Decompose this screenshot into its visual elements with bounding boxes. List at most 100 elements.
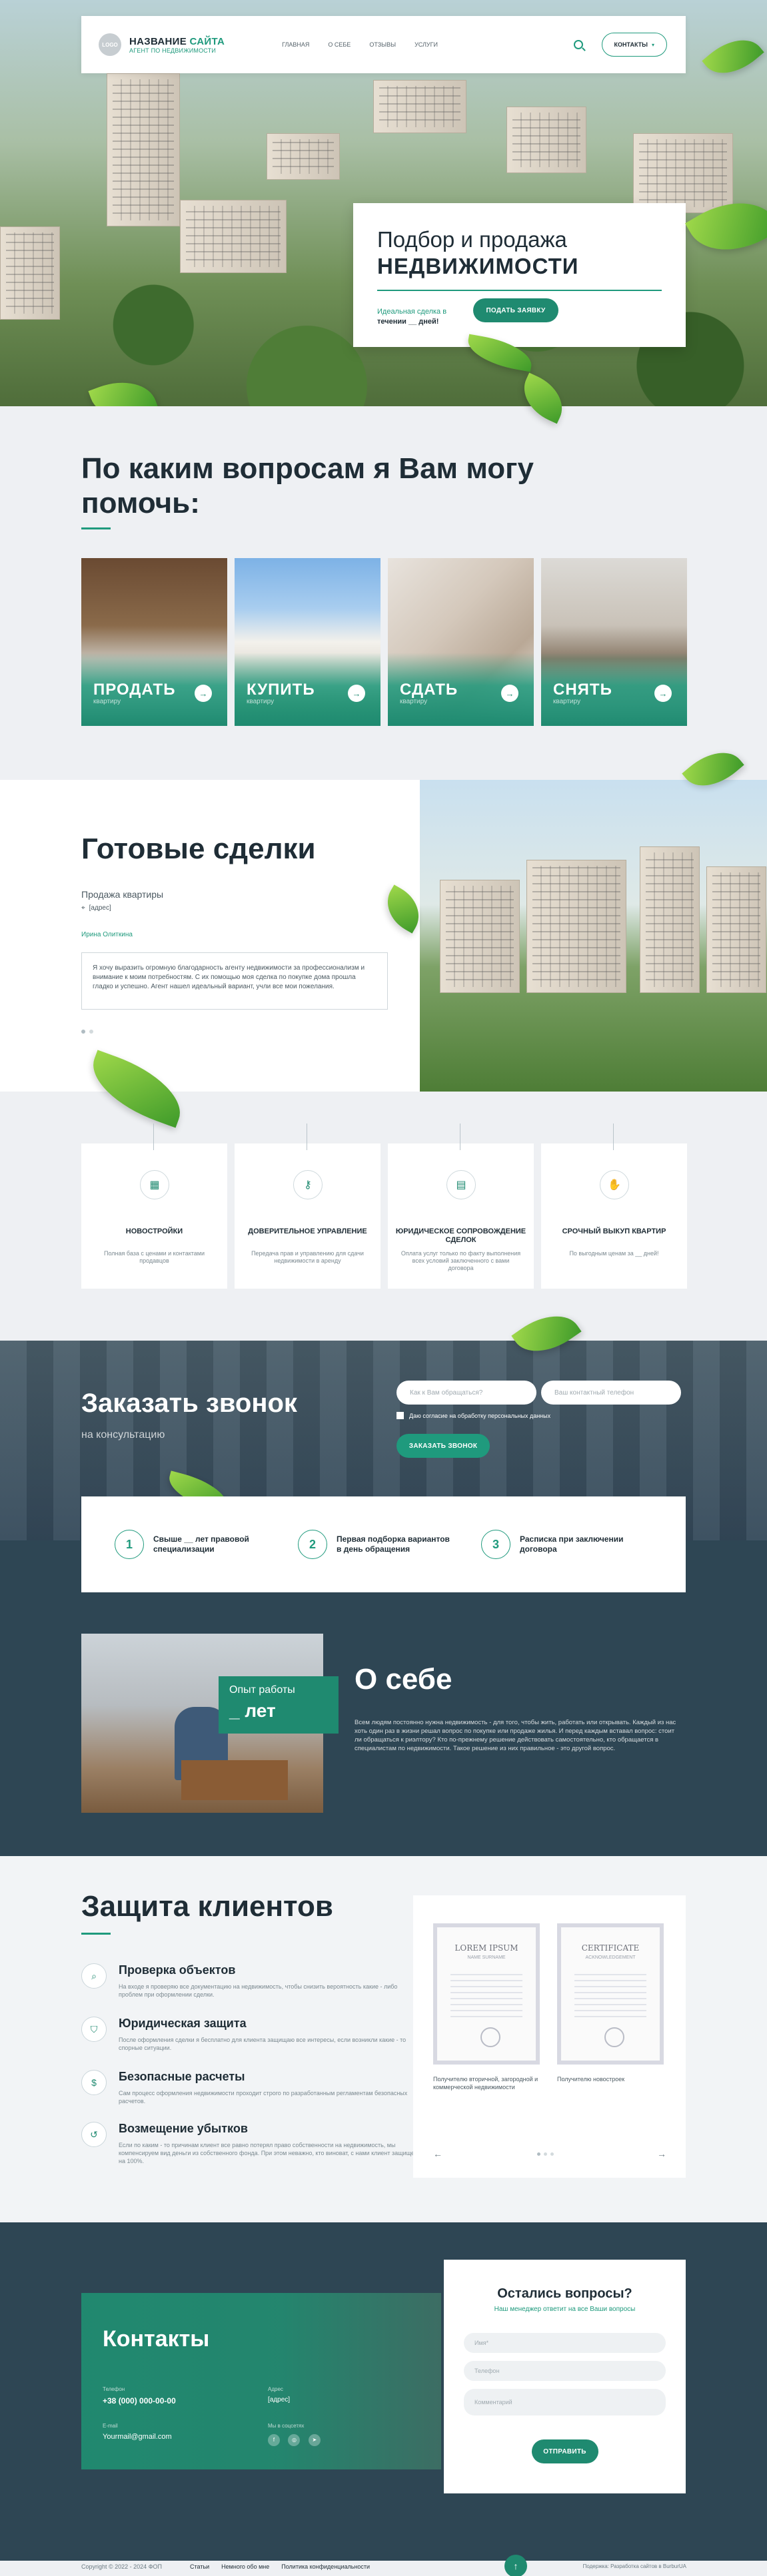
building-image bbox=[180, 200, 287, 273]
decorative-leaf bbox=[88, 370, 159, 406]
certificate-image[interactable]: CERTIFICATE ACKNOWLEDGEMENT bbox=[557, 1923, 664, 2065]
experience-value: _ лет bbox=[229, 1700, 276, 1721]
building-image bbox=[640, 846, 700, 993]
arrow-right-icon[interactable]: → bbox=[501, 685, 518, 702]
review-author: Ирина Олиткина bbox=[81, 931, 133, 938]
service-card-rent-out[interactable]: СДАТЬ квартиру → bbox=[388, 558, 534, 726]
service-sublabel: квартиру bbox=[400, 698, 428, 705]
hero-subtitle-part1: Идеальная сделка в bbox=[377, 308, 447, 316]
address-label: Адрес bbox=[268, 2386, 283, 2392]
step-number: 2 bbox=[298, 1530, 327, 1559]
send-button[interactable]: ОТПРАВИТЬ bbox=[531, 2439, 598, 2463]
document-icon: ▤ bbox=[446, 1170, 476, 1199]
feature-desc: По выгодным ценам за __ дней! bbox=[569, 1250, 659, 1257]
step-text: Свыше __ лет правовой специализации bbox=[153, 1534, 249, 1554]
instagram-icon[interactable]: ◎ bbox=[288, 2433, 301, 2446]
seal-icon bbox=[604, 2027, 624, 2047]
pagination-dot[interactable] bbox=[550, 2152, 554, 2156]
top-navbar: LOGO НАЗВАНИЕ САЙТА АГЕНТ ПО НЕДВИЖИМОСТ… bbox=[81, 16, 686, 73]
arrow-right-icon[interactable]: → bbox=[195, 685, 212, 702]
certificate-caption: Получителю вторичной, загородной и комме… bbox=[433, 2076, 538, 2091]
table-figure bbox=[181, 1760, 288, 1800]
developer-credit[interactable]: Подержка: Разработка сайтов в BurburUA bbox=[580, 2563, 686, 2569]
pagination-dot[interactable] bbox=[89, 1030, 93, 1034]
step-text: Расписка при заключении договора bbox=[520, 1534, 624, 1554]
order-call-button[interactable]: ЗАКАЗАТЬ ЗВОНОК bbox=[396, 1434, 490, 1458]
connector-line bbox=[613, 1124, 614, 1150]
service-card-rent[interactable]: СНЯТЬ квартиру → bbox=[541, 558, 687, 726]
nav-link-services[interactable]: УСЛУГИ bbox=[414, 41, 438, 48]
comment-field[interactable]: Комментарий bbox=[464, 2389, 666, 2415]
deals-section bbox=[0, 780, 420, 1092]
service-label: КУПИТЬ bbox=[247, 681, 315, 699]
submit-request-button[interactable]: ПОДАТЬ ЗАЯВКУ bbox=[473, 298, 558, 322]
contacts-button[interactable]: КОНТАКТЫ ▾ bbox=[601, 33, 667, 57]
review-text: Я хочу выразить огромную благодарность а… bbox=[81, 952, 388, 1010]
footer-link-privacy[interactable]: Политика конфиденциальности bbox=[281, 2563, 370, 2570]
contact-social: Мы в соцсетях f ◎ ➤ bbox=[268, 2423, 326, 2446]
question-form: Остались вопросы? Наш менеджер ответит н… bbox=[444, 2260, 686, 2493]
hero-section: LOGO НАЗВАНИЕ САЙТА АГЕНТ ПО НЕДВИЖИМОСТ… bbox=[0, 0, 767, 406]
deals-subtitle: Продажа квартиры bbox=[81, 889, 164, 900]
about-title: О себе bbox=[355, 1663, 452, 1696]
logo-icon[interactable]: LOGO bbox=[99, 33, 121, 56]
name-input[interactable]: Как к Вам обращаться? bbox=[396, 1381, 536, 1405]
building-icon: ▦ bbox=[140, 1170, 169, 1199]
contacts-button-label: КОНТАКТЫ bbox=[614, 41, 648, 48]
contact-address: Адрес [адрес] bbox=[268, 2386, 290, 2404]
certificate-image[interactable]: LOREM IPSUM NAME SURNAME bbox=[433, 1923, 540, 2065]
facebook-icon[interactable]: f bbox=[268, 2433, 280, 2446]
protection-item-title: Безопасные расчеты bbox=[119, 2070, 245, 2083]
nav-link-about[interactable]: О СЕБЕ bbox=[328, 41, 351, 48]
arrow-left-icon[interactable]: ← bbox=[433, 2148, 442, 2159]
phone-value[interactable]: +38 (000) 000-00-00 bbox=[103, 2396, 176, 2406]
arrow-right-icon[interactable]: → bbox=[657, 2148, 666, 2159]
scroll-up-icon[interactable]: ↑ bbox=[504, 2555, 527, 2576]
nav-link-reviews[interactable]: ОТЗЫВЫ bbox=[369, 41, 396, 48]
experience-badge: Опыт работы _ лет bbox=[219, 1676, 339, 1734]
feature-desc: Передача прав и управлению для сдачи нед… bbox=[251, 1250, 364, 1264]
phone-input[interactable]: Ваш контактный телефон bbox=[541, 1381, 681, 1405]
payment-icon: $ bbox=[81, 2070, 107, 2095]
phone-field[interactable]: Телефон bbox=[464, 2361, 666, 2381]
pagination-dot[interactable] bbox=[544, 2152, 547, 2156]
advantage-item: 2 Первая подборка вариантов в день обращ… bbox=[298, 1530, 450, 1559]
service-card-buy[interactable]: КУПИТЬ квартиру → bbox=[235, 558, 381, 726]
telegram-icon[interactable]: ➤ bbox=[308, 2433, 321, 2446]
building-image bbox=[107, 73, 180, 226]
footer-link-about[interactable]: Немного обо мне bbox=[221, 2563, 269, 2570]
shield-icon: ⛉ bbox=[81, 2017, 107, 2042]
building-image bbox=[267, 133, 340, 180]
hero-divider bbox=[377, 290, 662, 291]
step-text: Первая подборка вариантов в день обращен… bbox=[337, 1534, 450, 1554]
protection-item-desc: На входе я проверяю все документацию на … bbox=[119, 1983, 398, 1998]
hero-subtitle: Идеальная сделка в течении __ дней! bbox=[377, 307, 470, 327]
email-value[interactable]: Yourmail@gmail.com bbox=[103, 2433, 172, 2441]
main-nav: ГЛАВНАЯ О СЕБЕ ОТЗЫВЫ УСЛУГИ bbox=[282, 41, 438, 48]
arrow-right-icon[interactable]: → bbox=[654, 685, 672, 702]
advantages-box: 1 Свыше __ лет правовой специализации 2 … bbox=[81, 1496, 686, 1592]
consent-checkbox[interactable] bbox=[396, 1412, 404, 1419]
site-name[interactable]: НАЗВАНИЕ САЙТА bbox=[129, 36, 225, 47]
footer-link-articles[interactable]: Статьи bbox=[190, 2563, 209, 2570]
name-field[interactable]: Имя* bbox=[464, 2333, 666, 2353]
service-card-sell[interactable]: ПРОДАТЬ квартиру → bbox=[81, 558, 227, 726]
protection-item-desc: После оформления сделки я бесплатно для … bbox=[119, 2037, 406, 2051]
site-subtitle: АГЕНТ ПО НЕДВИЖИМОСТИ bbox=[129, 47, 217, 54]
arrow-right-icon[interactable]: → bbox=[348, 685, 365, 702]
pagination-dot[interactable] bbox=[537, 2152, 540, 2156]
contact-phone: Телефон +38 (000) 000-00-00 bbox=[103, 2386, 176, 2406]
nav-link-home[interactable]: ГЛАВНАЯ bbox=[282, 41, 309, 48]
building-image bbox=[706, 866, 766, 993]
service-label: СНЯТЬ bbox=[553, 681, 612, 699]
certificate-lines bbox=[574, 1974, 646, 2021]
search-icon[interactable] bbox=[573, 40, 583, 49]
site-name-part2: САЙТА bbox=[189, 35, 225, 47]
protection-item-desc: Сам процесс оформления недвижимости прох… bbox=[119, 2090, 408, 2104]
pagination-dot[interactable] bbox=[81, 1030, 85, 1034]
experience-label: Опыт работы bbox=[229, 1684, 295, 1696]
protection-item-title: Юридическая защита bbox=[119, 2017, 247, 2030]
refund-icon: ↺ bbox=[81, 2122, 107, 2147]
form-subtitle: Наш менеджер ответит на все Ваши вопросы bbox=[494, 2306, 636, 2313]
key-icon: ⚷ bbox=[293, 1170, 323, 1199]
